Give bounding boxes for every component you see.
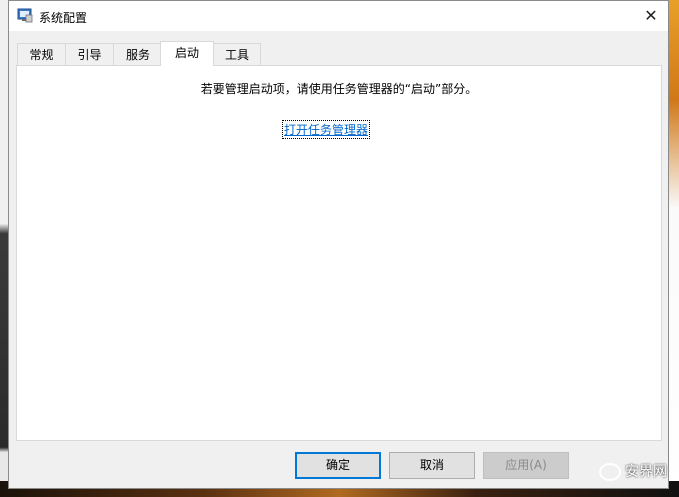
title-bar: 系统配置 ✕ — [9, 1, 668, 31]
tab-general[interactable]: 常规 — [17, 43, 66, 65]
tab-strip: 常规 引导 服务 启动 工具 — [17, 41, 617, 66]
startup-panel: 若要管理启动项，请使用任务管理器的“启动”部分。 打开任务管理器 — [16, 65, 662, 441]
tab-boot[interactable]: 引导 — [65, 43, 114, 65]
startup-info-text: 若要管理启动项，请使用任务管理器的“启动”部分。 — [200, 82, 478, 96]
tab-tools[interactable]: 工具 — [213, 43, 261, 65]
app-icon — [17, 8, 33, 23]
ok-button[interactable]: 确定 — [295, 452, 381, 479]
apply-button[interactable]: 应用(A) — [483, 452, 569, 479]
wechat-icon — [599, 463, 621, 481]
tab-services[interactable]: 服务 — [113, 43, 163, 65]
watermark-text: 安界网 — [625, 464, 667, 480]
window-title: 系统配置 — [39, 11, 88, 25]
system-config-dialog: 系统配置 ✕ 常规 引导 服务 启动 工具 若要管理启动项，请使用任务管理器的“… — [8, 0, 669, 489]
close-icon: ✕ — [644, 6, 658, 25]
tab-startup[interactable]: 启动 — [160, 41, 214, 66]
watermark: 安界网 — [599, 461, 667, 481]
close-button[interactable]: ✕ — [634, 1, 668, 31]
open-task-manager-link[interactable]: 打开任务管理器 — [281, 120, 371, 139]
cancel-button[interactable]: 取消 — [389, 452, 475, 479]
